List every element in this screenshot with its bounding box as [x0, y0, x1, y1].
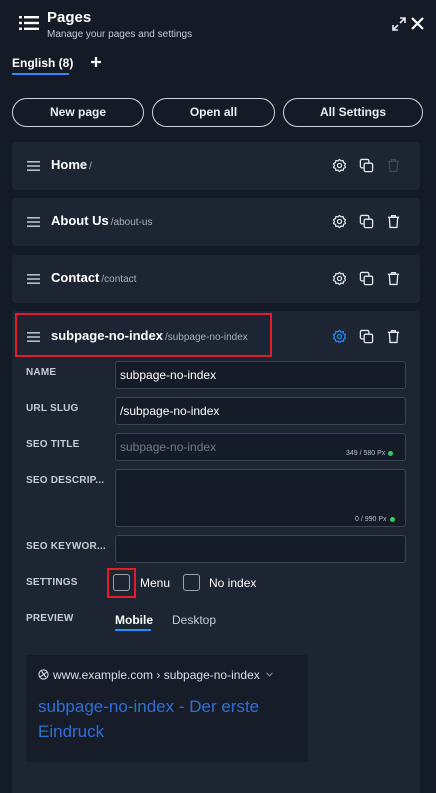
seo-keywords-field[interactable]: [115, 535, 406, 563]
chevron-down-icon: [265, 672, 273, 677]
name-field[interactable]: subpage-no-index: [115, 361, 406, 389]
settings-gear-icon[interactable]: [332, 158, 347, 173]
settings-gear-icon[interactable]: [332, 271, 347, 286]
page-name: Home /: [51, 157, 92, 172]
page-name: About Us/about-us: [51, 213, 153, 228]
search-preview-card: www.example.com › subpage-no-index subpa…: [26, 655, 308, 762]
duplicate-icon[interactable]: [359, 158, 374, 173]
list-menu-icon[interactable]: [19, 15, 39, 31]
new-page-button[interactable]: New page: [12, 98, 144, 127]
seo-description-counter: 0 / 990 Px: [355, 516, 395, 523]
open-all-button[interactable]: Open all: [152, 98, 275, 127]
page-slug: /about-us: [110, 217, 153, 228]
drag-handle-icon[interactable]: [27, 274, 40, 284]
delete-icon[interactable]: [386, 329, 401, 344]
highlight-box: [15, 313, 272, 357]
seo-title-placeholder: subpage-no-index: [120, 440, 217, 454]
delete-icon[interactable]: [386, 271, 401, 286]
status-dot: [388, 450, 394, 456]
no-index-checkbox-label[interactable]: No index: [209, 576, 256, 590]
preview-url: www.example.com › subpage-no-index: [38, 668, 273, 682]
seo-title-label: SEO TITLE: [26, 439, 80, 450]
settings-gear-icon[interactable]: [332, 214, 347, 229]
preview-title: subpage-no-index - Der erste Eindruck: [38, 697, 260, 741]
page-slug: /contact: [101, 274, 137, 285]
active-tab-indicator: [115, 629, 151, 631]
duplicate-icon[interactable]: [359, 214, 374, 229]
settings-label: SETTINGS: [26, 577, 78, 588]
globe-icon: [38, 669, 49, 680]
drag-handle-icon[interactable]: [27, 161, 40, 171]
seo-title-counter: 349 / 580 Px: [346, 450, 394, 457]
page-slug: /: [89, 161, 92, 172]
tab-mobile[interactable]: Mobile: [115, 613, 153, 627]
status-dot: [389, 516, 395, 522]
close-icon[interactable]: [411, 17, 424, 30]
panel-header: Pages Manage your pages and settings: [0, 0, 436, 48]
menu-checkbox-label[interactable]: Menu: [140, 576, 170, 590]
expand-icon[interactable]: [392, 17, 406, 31]
preview-label: PREVIEW: [26, 613, 74, 624]
page-subtitle: Manage your pages and settings: [47, 29, 193, 40]
seo-keywords-label: SEO KEYWOR...: [26, 541, 106, 552]
page-item-contact[interactable]: Contact/contact: [12, 255, 420, 303]
add-language-icon[interactable]: [89, 55, 103, 69]
url-slug-label: URL SLUG: [26, 403, 79, 414]
no-index-checkbox[interactable]: [183, 574, 200, 591]
page-title: Pages: [47, 9, 92, 26]
settings-gear-icon-active[interactable]: [332, 329, 347, 344]
active-tab-indicator: [12, 73, 69, 75]
duplicate-icon[interactable]: [359, 329, 374, 344]
duplicate-icon[interactable]: [359, 271, 374, 286]
page-item-about-us[interactable]: About Us/about-us: [12, 198, 420, 246]
tab-english[interactable]: English (8): [12, 56, 73, 70]
all-settings-button[interactable]: All Settings: [283, 98, 423, 127]
tab-desktop[interactable]: Desktop: [172, 613, 216, 627]
page-item-home[interactable]: Home /: [12, 142, 420, 190]
delete-icon-disabled: [387, 159, 400, 173]
menu-checkbox[interactable]: [113, 574, 130, 591]
page-name: Contact/contact: [51, 270, 137, 285]
url-slug-field[interactable]: /subpage-no-index: [115, 397, 406, 425]
seo-description-label: SEO DESCRIP...: [26, 475, 105, 486]
delete-icon[interactable]: [386, 214, 401, 229]
name-label: NAME: [26, 367, 57, 378]
drag-handle-icon[interactable]: [27, 217, 40, 227]
